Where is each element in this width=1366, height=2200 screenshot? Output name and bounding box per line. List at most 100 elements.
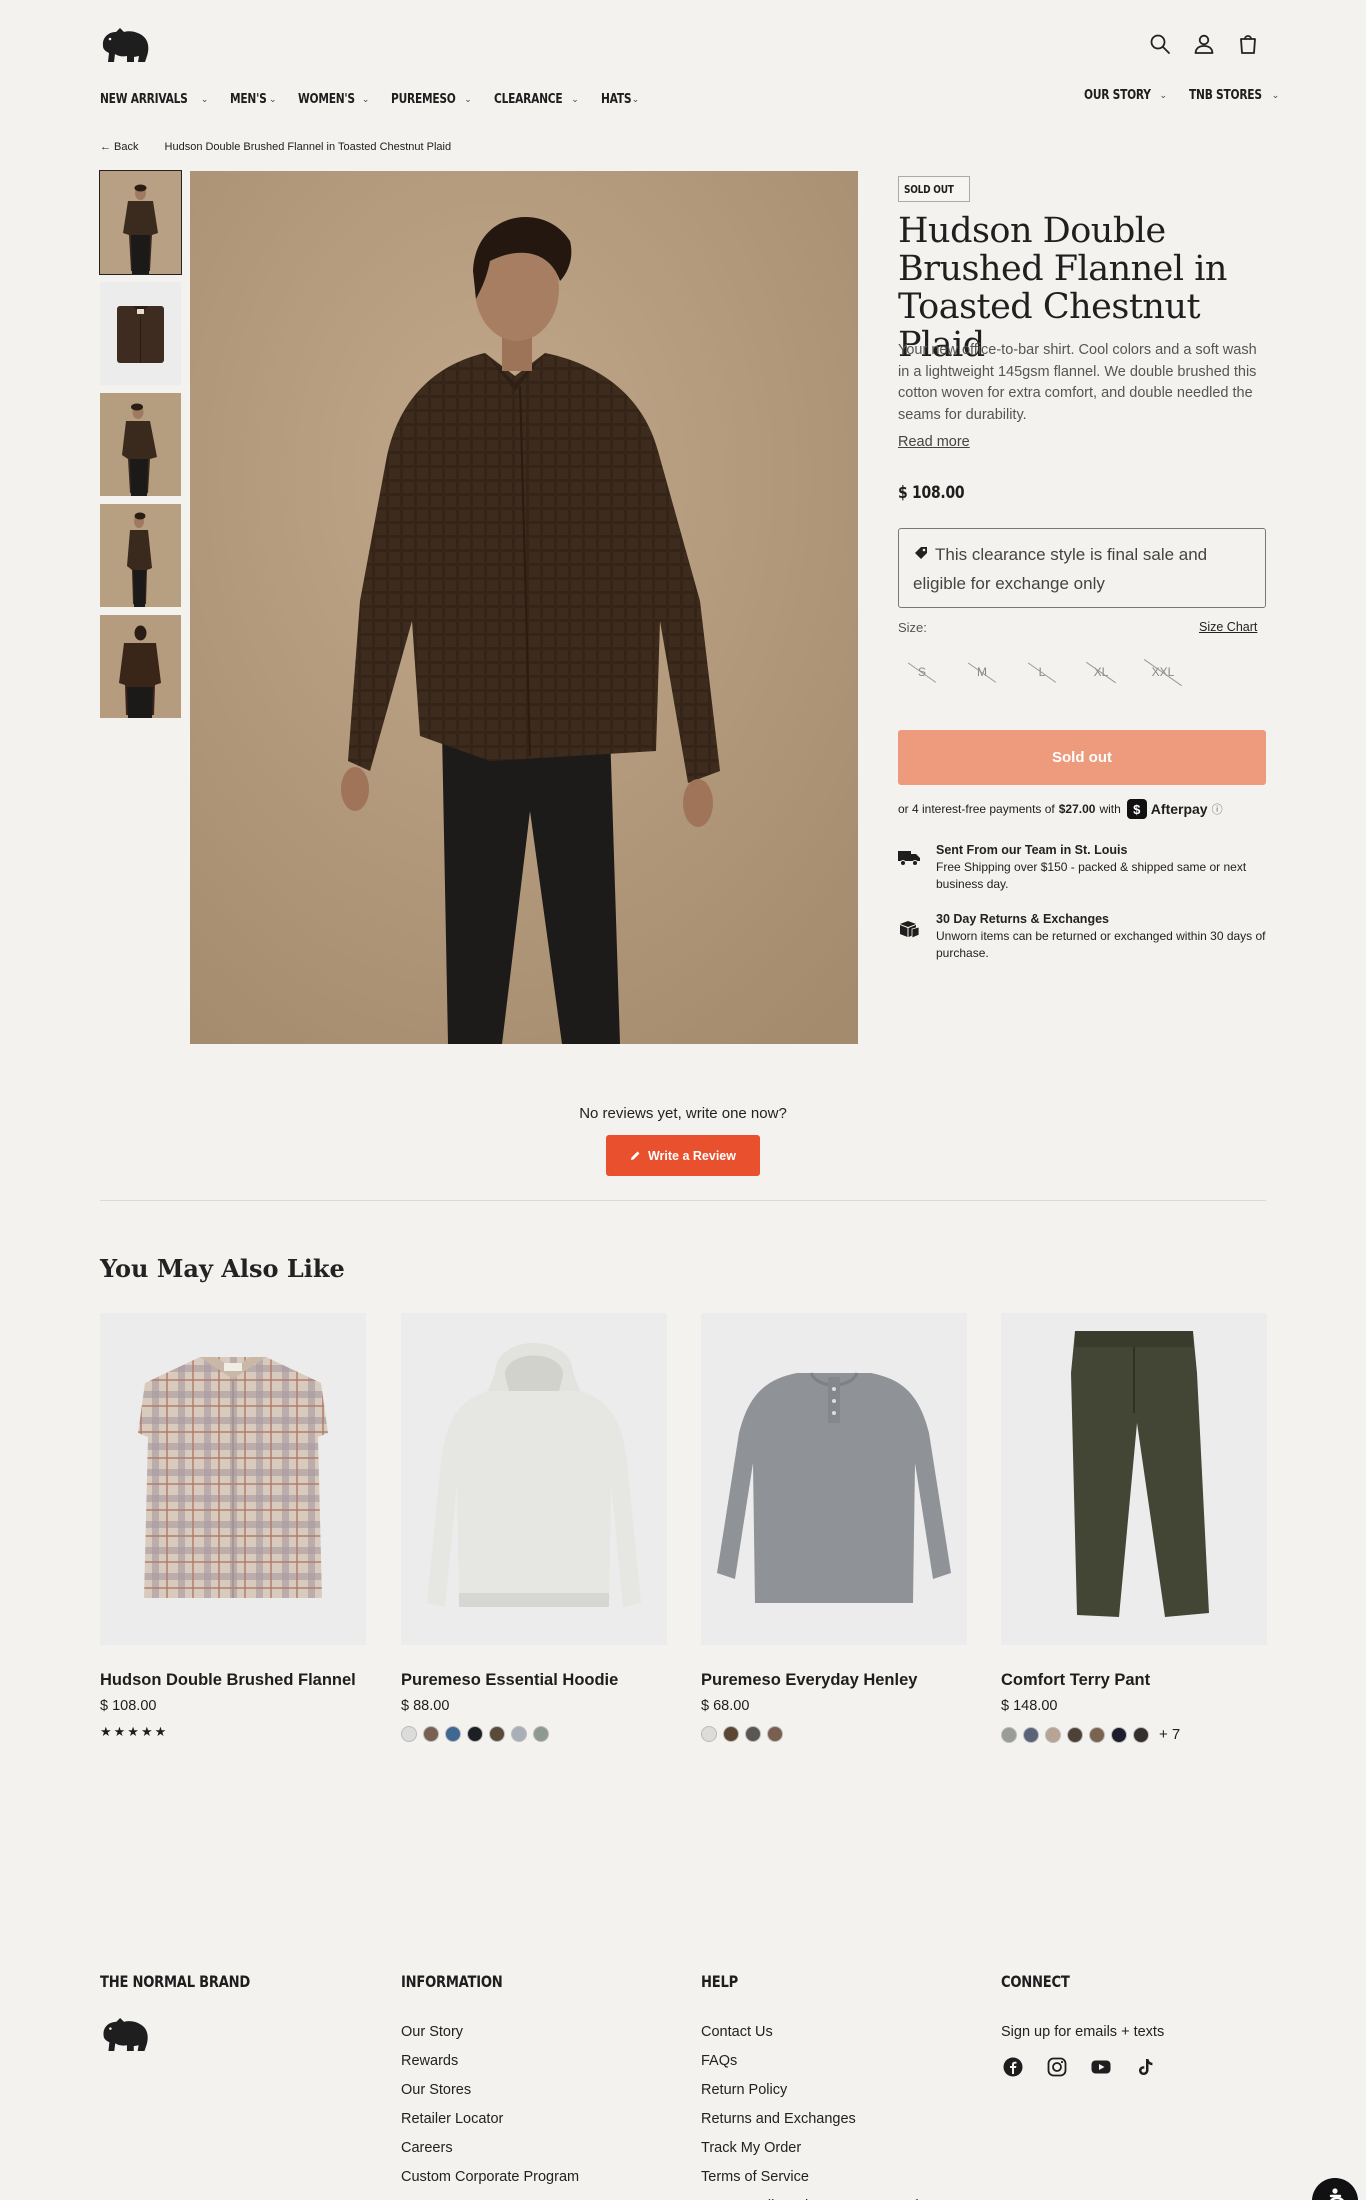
size-option-l[interactable]: L [1027,657,1057,687]
footer-brand-heading: THE NORMAL BRAND [100,1972,283,1992]
color-swatches: + 7 [1001,1726,1267,1743]
main-product-image[interactable] [190,171,858,1044]
product-card-image[interactable] [100,1313,366,1645]
thumbnail-2[interactable] [100,282,181,385]
color-swatch[interactable] [723,1726,739,1742]
chevron-down-icon: ⌄ [631,93,640,104]
footer-link[interactable]: Press [401,2192,579,2200]
footer-link[interactable]: Contact Us [701,2018,953,2047]
write-review-button[interactable]: Write a Review [606,1135,760,1176]
product-card[interactable]: Comfort Terry Pant $ 148.00 + 7 [1001,1313,1267,1743]
thumbnail-1[interactable] [99,170,182,275]
product-card-image[interactable] [401,1313,667,1645]
color-swatch[interactable] [1111,1726,1127,1743]
footer-link[interactable]: Return Policy [701,2076,953,2105]
product-card-image[interactable] [701,1313,967,1645]
read-more-link[interactable]: Read more [898,434,970,450]
thumbnail-model-back-image [100,615,181,718]
thumbnail-5[interactable] [100,615,181,718]
nav-puremeso[interactable]: PUREMESO ⌄ [391,88,471,110]
tiktok-icon[interactable] [1134,2056,1156,2078]
nav-label: TNB STORES [1189,88,1262,103]
color-swatch[interactable] [1133,1726,1149,1743]
product-card-price: $ 68.00 [701,1698,750,1714]
nav-label: CLEARANCE [493,91,563,107]
product-card-price: $ 88.00 [401,1698,450,1714]
color-swatch[interactable] [533,1726,549,1742]
nav-label: NEW ARRIVALS [100,91,188,107]
color-swatch[interactable] [1001,1726,1017,1743]
back-link[interactable]: ← Back [100,141,139,153]
search-icon[interactable] [1148,32,1172,56]
thumbnail-4[interactable] [100,504,181,607]
footer-link[interactable]: Our Story [401,2018,579,2047]
footer-link[interactable]: Careers [401,2134,579,2163]
product-card[interactable]: Puremeso Essential Hoodie $ 88.00 [401,1313,667,1742]
accessibility-icon[interactable] [1312,2178,1358,2200]
info-icon[interactable]: ⓘ [1212,801,1223,817]
nav-new-arrivals[interactable]: NEW ARRIVALS ⌄ [100,88,208,110]
footer-link[interactable]: Terms of Service [701,2163,953,2192]
product-card-image[interactable] [1001,1313,1267,1645]
thumbnail-model-front-image [100,171,181,274]
color-swatch[interactable] [701,1726,717,1742]
color-swatch[interactable] [745,1726,761,1742]
footer-link[interactable]: FAQs [701,2047,953,2076]
footer-help-links: Contact Us FAQs Return Policy Returns and E… [701,2018,953,2200]
facebook-icon[interactable] [1002,2056,1024,2078]
size-option-xl[interactable]: XL [1085,657,1117,687]
footer-link[interactable]: Track My Order [701,2134,953,2163]
footer-link[interactable]: Returns and Exchanges [701,2105,953,2134]
more-colors-count[interactable]: + 7 [1159,1726,1180,1743]
footer-heading-text: INFORMATION [401,1972,503,1991]
instagram-icon[interactable] [1046,2056,1068,2078]
brand-logo[interactable] [100,26,150,64]
color-swatch[interactable] [445,1726,461,1742]
returns-perk: 30 Day Returns & Exchanges Unworn items … [898,911,1268,962]
size-chart-link[interactable]: Size Chart [1199,620,1257,634]
nav-womens[interactable]: WOMEN'S ⌄ [298,88,369,110]
product-card[interactable]: Puremeso Everyday Henley $ 68.00 [701,1313,967,1742]
shipping-perk: Sent From our Team in St. Louis Free Shi… [898,842,1268,893]
color-swatch[interactable] [489,1726,505,1742]
size-option-m[interactable]: M [967,657,997,687]
footer-link[interactable]: Sign up for emails + texts [1001,2018,1164,2047]
size-option-s[interactable]: S [907,657,937,687]
color-swatch[interactable] [467,1726,483,1742]
afterpay-message: or 4 interest-free payments of $27.00 wi… [898,799,1223,819]
product-card-name[interactable]: Comfort Terry Pant [1001,1671,1267,1690]
footer-link[interactable]: Retailer Locator [401,2105,579,2134]
nav-label: OUR STORY [1084,88,1151,103]
footer-link[interactable]: Do Not Sell or Share My Personal Data [701,2192,953,2200]
color-swatch[interactable] [423,1726,439,1742]
nav-clearance[interactable]: CLEARANCE ⌄ [494,88,579,110]
color-swatch[interactable] [1089,1726,1105,1743]
footer-link[interactable]: Custom Corporate Program [401,2163,579,2192]
product-card[interactable]: Hudson Double Brushed Flannel $ 108.00 ★… [100,1313,366,1740]
color-swatch[interactable] [767,1726,783,1742]
chevron-down-icon: ⌄ [361,93,370,104]
product-card-name[interactable]: Hudson Double Brushed Flannel [100,1671,366,1690]
nav-our-story[interactable]: OUR STORY ⌄ [1084,88,1167,103]
account-icon[interactable] [1192,32,1216,56]
color-swatch[interactable] [1023,1726,1039,1743]
nav-tnb-stores[interactable]: TNB STORES ⌄ [1189,88,1279,103]
color-swatch[interactable] [401,1726,417,1742]
sold-out-button[interactable]: Sold out [898,730,1266,785]
youtube-icon[interactable] [1090,2056,1112,2078]
size-option-xxl[interactable]: XXL [1144,657,1182,687]
color-swatch[interactable] [511,1726,527,1742]
nav-mens[interactable]: MEN'S ⌄ [230,88,276,110]
nav-hats[interactable]: HATS ⌄ [601,88,640,110]
secondary-nav: OUR STORY ⌄ TNB STORES ⌄ [1084,88,1279,103]
afterpay-amount: $27.00 [1058,802,1096,816]
footer-link[interactable]: Rewards [401,2047,579,2076]
color-swatch[interactable] [1067,1726,1083,1743]
color-swatch[interactable] [1045,1726,1061,1743]
cart-icon[interactable] [1236,32,1260,56]
footer-link[interactable]: Our Stores [401,2076,579,2105]
footer-logo[interactable] [100,2016,150,2053]
thumbnail-3[interactable] [100,393,181,496]
product-card-name[interactable]: Puremeso Everyday Henley [701,1671,967,1690]
product-card-name[interactable]: Puremeso Essential Hoodie [401,1671,667,1690]
